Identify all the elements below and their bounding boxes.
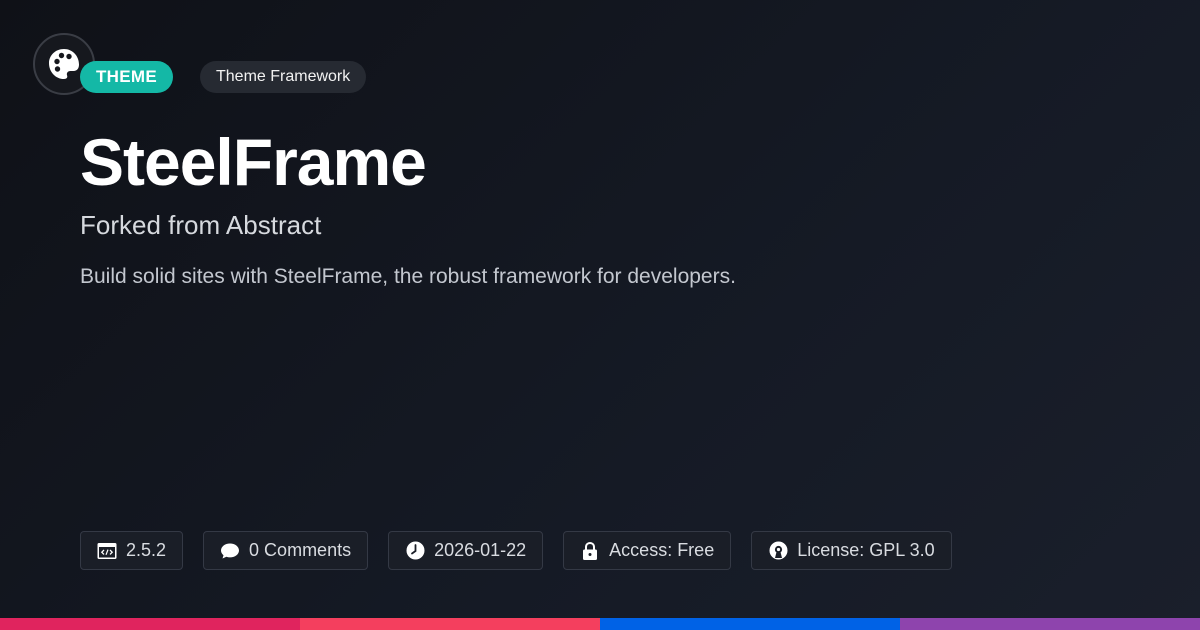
meta-row: 2.5.2 0 Comments 2026-01-22 Access: Free [80,531,952,570]
comments-pill[interactable]: 0 Comments [203,531,369,570]
code-window-icon [97,541,117,561]
comments-label: 0 Comments [249,540,352,560]
color-bar-segment [600,618,900,630]
clock-icon [405,541,425,561]
version-pill: 2.5.2 [80,531,184,570]
page-description: Build solid sites with SteelFrame, the r… [80,265,736,288]
category-badge[interactable]: THEME [80,61,173,93]
date-label: 2026-01-22 [434,540,527,560]
comment-icon [220,541,240,561]
tag-badge[interactable]: Theme Framework [200,61,367,93]
open-source-icon [768,541,788,561]
color-bar-segment [900,618,1200,630]
page-subtitle: Forked from Abstract [80,210,322,240]
license-pill: License: GPL 3.0 [751,531,952,570]
color-bar-segment [300,618,600,630]
date-pill: 2026-01-22 [388,531,544,570]
color-bar-segment [0,618,300,630]
license-label: License: GPL 3.0 [797,540,935,560]
color-bar [0,618,1200,630]
lock-icon [580,541,600,561]
palette-icon [49,49,79,79]
access-pill: Access: Free [563,531,732,570]
page-title: SteelFrame [80,125,427,199]
access-label: Access: Free [609,540,715,560]
version-label: 2.5.2 [126,540,167,560]
